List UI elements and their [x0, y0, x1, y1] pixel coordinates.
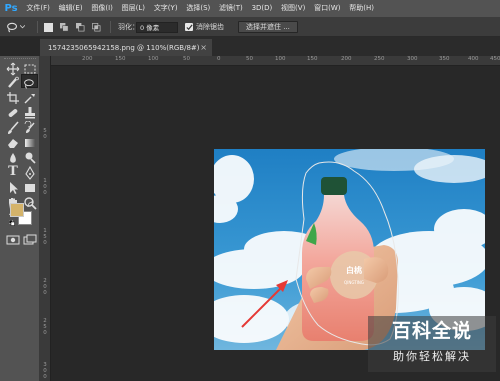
ruler-label: 0: [43, 330, 47, 336]
ruler-label: 0: [43, 134, 47, 140]
menu-bar: Ps 文件(F) 编辑(E) 图像(I) 图层(L) 文字(Y) 选择(S) 滤…: [0, 0, 500, 17]
select-and-mask-label: 选择并遮住 ...: [246, 23, 290, 31]
new-selection-icon: [44, 22, 53, 32]
ruler-label: 200: [341, 56, 352, 62]
chevron-down-icon: [20, 25, 25, 29]
crop-icon[interactable]: [6, 91, 20, 105]
intersect-selection-icon: [92, 22, 101, 31]
options-bar: 羽化： 0 像素 消除锯齿 选择并遮住 ...: [0, 17, 500, 37]
quick-mask-icon[interactable]: [6, 233, 20, 247]
ruler-label: 450: [490, 56, 500, 62]
default-colors-icon[interactable]: [9, 220, 15, 226]
feather-input[interactable]: 0 像素: [136, 21, 178, 33]
blur-icon[interactable]: [6, 151, 20, 165]
watermark-badge: 百科全说 助你轻松解决: [368, 316, 496, 372]
ruler-label: 0: [43, 290, 47, 296]
subtract-selection-icon: [76, 22, 85, 31]
svg-text:白桃: 白桃: [346, 265, 362, 275]
horizontal-ruler: 200 150 100 50 0 50 100 150 200 250 300 …: [51, 56, 500, 66]
menu-type[interactable]: 文字(Y): [149, 0, 182, 17]
ruler-label: 0: [43, 240, 47, 246]
healing-icon[interactable]: [6, 106, 20, 120]
ruler-label: 100: [148, 56, 159, 62]
checkmark-icon: [185, 23, 193, 30]
select-and-mask-button[interactable]: 选择并遮住 ...: [238, 21, 298, 33]
ruler-label: 300: [407, 56, 418, 62]
photoshop-logo: Ps: [4, 3, 18, 14]
menu-file[interactable]: 文件(F): [22, 0, 54, 17]
menu-select[interactable]: 选择(S): [182, 0, 215, 17]
add-to-selection-button[interactable]: [60, 17, 69, 37]
quick-select-icon[interactable]: [6, 76, 20, 90]
svg-text:QINGTING: QINGTING: [344, 280, 364, 285]
foreground-color-swatch[interactable]: [10, 203, 24, 217]
intersect-selection-button[interactable]: [92, 17, 101, 37]
menu-layer[interactable]: 图层(L): [117, 0, 149, 17]
ruler-label: 150: [115, 56, 126, 62]
screen-mode-icon[interactable]: [23, 233, 37, 247]
eraser-icon[interactable]: [6, 136, 20, 150]
ruler-label: 400: [468, 56, 479, 62]
menu-3d[interactable]: 3D(D): [247, 0, 276, 17]
rectangle-icon[interactable]: [23, 181, 37, 195]
lasso-preset-picker[interactable]: [6, 17, 25, 37]
watermark-title: 百科全说: [391, 320, 472, 342]
ruler-label: 350: [439, 56, 450, 62]
dodge-icon[interactable]: [23, 151, 37, 165]
menu-view[interactable]: 视图(V): [277, 0, 310, 17]
history-brush-icon[interactable]: [23, 121, 37, 135]
ruler-label: 100: [275, 56, 286, 62]
pen-icon[interactable]: [23, 166, 37, 180]
document-tab[interactable]: 1574235065942158.png @ 110%(RGB/8#) ×: [40, 39, 212, 56]
type-icon[interactable]: T: [6, 165, 20, 179]
new-selection-button[interactable]: [44, 17, 53, 37]
clone-stamp-icon[interactable]: [23, 106, 37, 120]
feather-value: 0 像素: [140, 24, 160, 32]
menu-filter[interactable]: 滤镜(T): [215, 0, 248, 17]
swap-colors-icon[interactable]: [27, 201, 34, 208]
ruler-label: 50: [246, 56, 253, 62]
lasso-tool-button[interactable]: [21, 74, 38, 89]
ruler-label: 250: [374, 56, 385, 62]
watermark-subtitle: 助你轻松解决: [393, 350, 471, 363]
path-select-icon[interactable]: [6, 181, 20, 195]
subtract-selection-button[interactable]: [76, 17, 85, 37]
ruler-label: 50: [183, 56, 190, 62]
antialias-label: 消除锯齿: [196, 23, 224, 31]
menu-edit[interactable]: 编辑(E): [54, 0, 87, 17]
antialias-checkbox[interactable]: [185, 23, 193, 31]
eyedropper-icon[interactable]: [23, 91, 37, 105]
close-icon[interactable]: ×: [200, 39, 207, 56]
vertical-ruler: 5 0 1 0 0 1 5 0 2 0 0 2 5 0 3 0 0: [40, 56, 51, 381]
menu-help[interactable]: 帮助(H): [345, 0, 379, 17]
ruler-label: 0: [43, 190, 47, 196]
brush-icon[interactable]: [6, 121, 20, 135]
tools-panel: T ···: [0, 56, 40, 381]
ruler-label: 0: [217, 56, 221, 62]
ruler-label: 150: [307, 56, 318, 62]
menu-image[interactable]: 图像(I): [87, 0, 117, 17]
ruler-label: 200: [82, 56, 93, 62]
menu-window[interactable]: 窗口(W): [310, 0, 345, 17]
lasso-icon: [7, 22, 17, 32]
gradient-icon[interactable]: [23, 136, 37, 150]
ruler-label: 0: [43, 374, 47, 380]
lasso-icon: [24, 79, 34, 89]
document-tab-bar: 1574235065942158.png @ 110%(RGB/8#) ×: [40, 37, 500, 56]
move-icon[interactable]: [6, 62, 20, 76]
add-selection-icon: [60, 22, 69, 31]
document-tab-title: 1574235065942158.png @ 110%(RGB/8#): [48, 43, 200, 52]
